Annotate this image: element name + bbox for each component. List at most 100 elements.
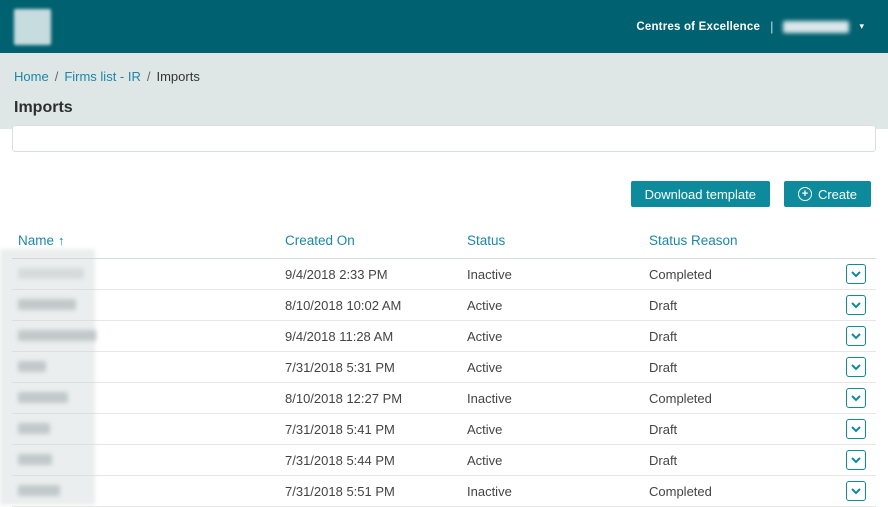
- imports-table: Name ↑ Created On Status Status Reason 9/…: [12, 225, 876, 507]
- row-status: Active: [467, 289, 649, 321]
- row-action-cell: [834, 475, 876, 507]
- app-logo[interactable]: [14, 8, 51, 45]
- row-action-cell: [834, 351, 876, 383]
- chevron-down-icon: [851, 394, 861, 401]
- row-created-on: 9/4/2018 11:28 AM: [285, 320, 467, 352]
- row-status: Active: [467, 444, 649, 476]
- header-separator: |: [770, 19, 774, 34]
- plus-icon: +: [797, 187, 812, 201]
- row-status: Active: [467, 413, 649, 445]
- row-name-cell: [12, 444, 285, 476]
- table-row: 7/31/2018 5:31 PM Active Draft: [12, 351, 876, 383]
- row-action-cell: [834, 413, 876, 445]
- table-row: 9/4/2018 2:33 PM Inactive Completed: [12, 258, 876, 290]
- row-status-reason: Draft: [649, 413, 834, 445]
- row-name-redacted[interactable]: [18, 360, 46, 372]
- create-button[interactable]: + Create: [783, 181, 871, 207]
- imports-table-wrap: Name ↑ Created On Status Status Reason 9/…: [12, 225, 876, 507]
- download-template-label: Download template: [644, 186, 756, 202]
- row-action-cell: [834, 258, 876, 290]
- table-row: 8/10/2018 10:02 AM Active Draft: [12, 289, 876, 321]
- row-status: Active: [467, 320, 649, 352]
- row-status-reason: Completed: [649, 475, 834, 507]
- row-status: Inactive: [467, 258, 649, 290]
- chevron-down-icon: [851, 270, 861, 277]
- row-status-reason: Completed: [649, 258, 834, 290]
- row-name-redacted[interactable]: [18, 422, 50, 434]
- breadcrumb-home[interactable]: Home: [14, 69, 49, 84]
- download-template-button[interactable]: Download template: [630, 181, 770, 207]
- row-status-reason: Draft: [649, 320, 834, 352]
- breadcrumb: Home / Firms list - IR / Imports: [14, 69, 874, 84]
- column-header-status-reason[interactable]: Status Reason: [649, 225, 834, 259]
- row-name-cell: [12, 382, 285, 414]
- app-header: Centres of Excellence | ▾: [0, 0, 888, 53]
- breadcrumb-current: Imports: [156, 69, 200, 84]
- row-status-reason: Draft: [649, 289, 834, 321]
- row-actions-dropdown-button[interactable]: [846, 450, 866, 470]
- user-menu-caret-icon[interactable]: ▾: [859, 21, 864, 32]
- row-name-cell: [12, 413, 285, 445]
- column-header-status[interactable]: Status: [467, 225, 649, 259]
- row-name-redacted[interactable]: [18, 484, 60, 496]
- chevron-down-icon: [851, 332, 861, 339]
- breadcrumb-separator: /: [54, 69, 59, 84]
- row-created-on: 7/31/2018 5:41 PM: [285, 413, 467, 445]
- row-name-cell: [12, 351, 285, 383]
- page-title: Imports: [14, 99, 73, 116]
- row-name-redacted[interactable]: [18, 329, 96, 341]
- row-name-redacted[interactable]: [18, 391, 68, 403]
- breadcrumb-band: Home / Firms list - IR / Imports Imports: [0, 53, 888, 129]
- chevron-down-icon: [851, 456, 861, 463]
- row-name-cell: [12, 475, 285, 507]
- row-actions-dropdown-button[interactable]: [846, 357, 866, 377]
- row-status-reason: Completed: [649, 382, 834, 414]
- row-name-cell: [12, 258, 285, 290]
- table-row: 9/4/2018 11:28 AM Active Draft: [12, 320, 876, 352]
- row-status: Inactive: [467, 382, 649, 414]
- toolbar: Download template + Create: [0, 181, 871, 207]
- chevron-down-icon: [851, 487, 861, 494]
- row-action-cell: [834, 444, 876, 476]
- row-actions-dropdown-button[interactable]: [846, 388, 866, 408]
- row-name-redacted[interactable]: [18, 453, 52, 465]
- filter-panel[interactable]: [12, 125, 876, 152]
- row-status-reason: Draft: [649, 351, 834, 383]
- column-header-actions: [834, 225, 876, 259]
- row-actions-dropdown-button[interactable]: [846, 326, 866, 346]
- row-status: Active: [467, 351, 649, 383]
- row-actions-dropdown-button[interactable]: [846, 295, 866, 315]
- sort-asc-icon: ↑: [58, 233, 65, 248]
- column-header-name-label: Name: [18, 233, 55, 248]
- row-actions-dropdown-button[interactable]: [846, 419, 866, 439]
- breadcrumb-separator: /: [146, 69, 151, 84]
- centres-of-excellence-link[interactable]: Centres of Excellence: [636, 21, 760, 33]
- row-name-redacted[interactable]: [18, 298, 76, 310]
- chevron-down-icon: [851, 425, 861, 432]
- row-created-on: 7/31/2018 5:31 PM: [285, 351, 467, 383]
- row-name-cell: [12, 289, 285, 321]
- row-created-on: 7/31/2018 5:51 PM: [285, 475, 467, 507]
- header-right: Centres of Excellence | ▾: [636, 19, 864, 34]
- row-action-cell: [834, 320, 876, 352]
- chevron-down-icon: [851, 363, 861, 370]
- row-name-cell: [12, 320, 285, 352]
- row-created-on: 8/10/2018 12:27 PM: [285, 382, 467, 414]
- table-row: 7/31/2018 5:41 PM Active Draft: [12, 413, 876, 445]
- row-actions-dropdown-button[interactable]: [846, 481, 866, 501]
- row-status-reason: Draft: [649, 444, 834, 476]
- column-header-created-on[interactable]: Created On: [285, 225, 467, 259]
- breadcrumb-firms-list[interactable]: Firms list - IR: [64, 69, 141, 84]
- row-action-cell: [834, 382, 876, 414]
- column-header-name[interactable]: Name ↑: [12, 225, 285, 259]
- table-row: 7/31/2018 5:51 PM Inactive Completed: [12, 475, 876, 507]
- table-row: 7/31/2018 5:44 PM Active Draft: [12, 444, 876, 476]
- row-action-cell: [834, 289, 876, 321]
- row-created-on: 7/31/2018 5:44 PM: [285, 444, 467, 476]
- row-actions-dropdown-button[interactable]: [846, 264, 866, 284]
- user-name-redacted[interactable]: [783, 20, 850, 33]
- row-name-redacted[interactable]: [18, 267, 84, 279]
- row-status: Inactive: [467, 475, 649, 507]
- row-created-on: 9/4/2018 2:33 PM: [285, 258, 467, 290]
- table-row: 8/10/2018 12:27 PM Inactive Completed: [12, 382, 876, 414]
